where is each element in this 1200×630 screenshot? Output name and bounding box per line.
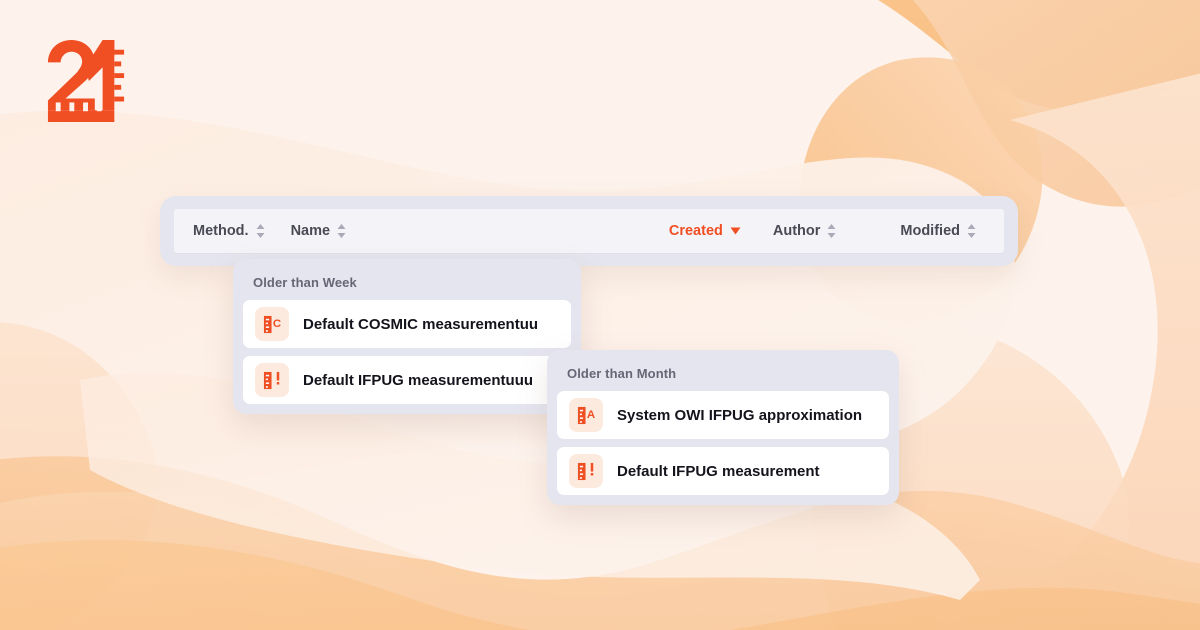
list-item-label: Default IFPUG measurementuuu <box>303 371 534 389</box>
column-label-name: Name <box>290 223 331 239</box>
list-item[interactable]: Default IFPUG measurementuuu <box>243 356 571 404</box>
list-item[interactable]: C Default COSMIC measurementuu <box>243 300 571 348</box>
column-label-method: Method. <box>193 223 249 239</box>
column-header-name[interactable]: Name <box>291 223 347 239</box>
table-header-card: Method. Name Created Author Modified <box>160 196 1018 266</box>
sort-neutral-icon[interactable] <box>256 224 265 238</box>
column-header-author[interactable]: Author <box>773 223 837 239</box>
ruler-21-logo <box>47 39 125 122</box>
ruler-c-icon: C <box>255 307 289 341</box>
sort-neutral-icon[interactable] <box>827 224 836 238</box>
column-label-modified: Modified <box>900 223 960 239</box>
sort-descending-icon[interactable] <box>730 227 741 235</box>
column-header-created[interactable]: Created <box>669 223 741 239</box>
panel-title: Older than Week <box>253 275 357 290</box>
list-item-label: System OWI IFPUG approximation <box>617 406 863 424</box>
column-header-modified[interactable]: Modified <box>900 223 976 239</box>
svg-text:C: C <box>272 317 280 329</box>
svg-text:A: A <box>586 408 594 420</box>
dropdown-panel-older-than-month: Older than Month A System OWI IFPUG appr… <box>547 350 899 505</box>
dropdown-panel-older-than-week: Older than Week C Default COSMIC measure… <box>233 259 581 414</box>
column-label-author: Author <box>772 223 821 239</box>
column-header-method[interactable]: Method. <box>193 223 265 239</box>
panel-title: Older than Month <box>567 366 677 381</box>
list-item[interactable]: Default IFPUG measurement <box>557 447 889 495</box>
sort-neutral-icon[interactable] <box>337 224 346 238</box>
list-item-label: Default COSMIC measurementuu <box>303 315 539 333</box>
sort-neutral-icon[interactable] <box>967 224 976 238</box>
column-label-created: Created <box>668 223 723 239</box>
list-item[interactable]: A System OWI IFPUG approximation <box>557 391 889 439</box>
table-header-row: Method. Name Created Author Modified <box>174 209 1004 253</box>
background-decoration <box>0 0 1200 630</box>
ruler-a-icon: A <box>569 398 603 432</box>
ruler-i-icon <box>255 363 289 397</box>
ruler-i-icon <box>569 454 603 488</box>
list-item-label: Default IFPUG measurement <box>617 462 820 480</box>
